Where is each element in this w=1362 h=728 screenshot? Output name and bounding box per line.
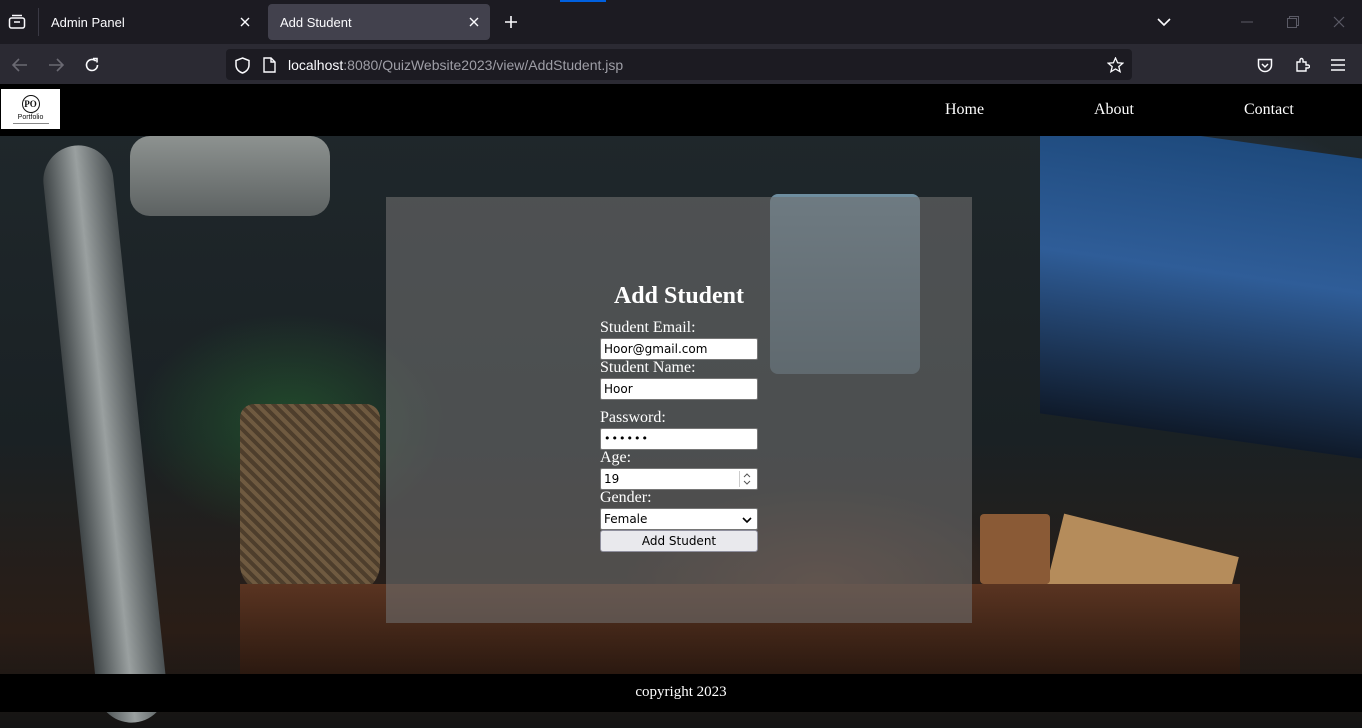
nav-link-about[interactable]: About [1094,101,1134,119]
tab-indicator [560,0,606,2]
nav-link-home[interactable]: Home [945,101,984,119]
tab-add-student[interactable]: Add Student [268,4,490,40]
back-arrow-icon[interactable] [7,52,33,78]
age-value: 19 [604,472,620,486]
tab-bar: Admin Panel Add Student [0,0,1362,44]
chevron-down-icon [742,513,752,527]
url-host: localhost [288,57,344,73]
age-stepper[interactable]: 19 [600,468,758,490]
name-label: Student Name: [600,359,696,376]
name-field[interactable]: Hoor [600,378,758,400]
background-cable [39,141,171,727]
page-icon[interactable] [260,56,278,74]
close-icon[interactable] [466,14,482,30]
url-text[interactable]: localhost:8080/QuizWebsite2023/view/AddS… [288,57,623,73]
minimize-icon[interactable] [1235,10,1259,34]
email-field[interactable]: Hoor@gmail.com [600,338,758,360]
password-field[interactable]: •••••• [600,428,758,450]
password-label: Password: [600,409,666,426]
shield-icon[interactable] [233,56,251,74]
menu-icon[interactable] [1325,52,1351,78]
reload-icon[interactable] [79,52,105,78]
close-icon[interactable] [1327,10,1351,34]
url-bar[interactable]: localhost:8080/QuizWebsite2023/view/AddS… [226,49,1132,80]
add-student-panel: Add Student Student Email: Hoor@gmail.co… [386,197,972,623]
tab-admin-panel[interactable]: Admin Panel [39,4,261,40]
spinner-icon[interactable] [739,471,753,487]
tab-label: Add Student [280,15,352,30]
site-logo[interactable]: PO Portfolio [1,89,60,129]
pocket-icon[interactable] [1252,52,1278,78]
page-title: Add Student [613,283,745,309]
add-student-button[interactable]: Add Student [600,530,758,552]
background-basket [240,404,380,594]
nav-link-contact[interactable]: Contact [1244,101,1294,119]
web-page: PO Portfolio Home About Contact Add Stud… [0,84,1362,728]
background-monitor [1040,113,1362,459]
tab-label: Admin Panel [51,15,125,30]
close-icon[interactable] [237,14,253,30]
logo-monogram: PO [21,94,40,113]
background-headphones [130,136,330,216]
gender-value: Female [604,512,648,526]
tab-list-icon[interactable] [4,9,30,35]
logo-text: Portfolio [17,113,44,121]
background-planter [980,514,1050,584]
plus-icon[interactable] [500,11,522,33]
star-icon[interactable] [1106,56,1124,74]
gender-label: Gender: [600,489,652,506]
extensions-icon[interactable] [1289,52,1315,78]
site-header: PO Portfolio Home About Contact [0,84,1362,136]
url-path: :8080/QuizWebsite2023/view/AddStudent.js… [343,57,624,73]
forward-arrow-icon[interactable] [43,52,69,78]
email-label: Student Email: [600,319,696,336]
age-label: Age: [600,449,632,466]
restore-icon[interactable] [1281,10,1305,34]
logo-divider [12,122,49,124]
chevron-down-icon[interactable] [1152,10,1176,34]
site-footer: copyright 2023 [0,674,1362,712]
gender-select[interactable]: Female [600,508,758,530]
